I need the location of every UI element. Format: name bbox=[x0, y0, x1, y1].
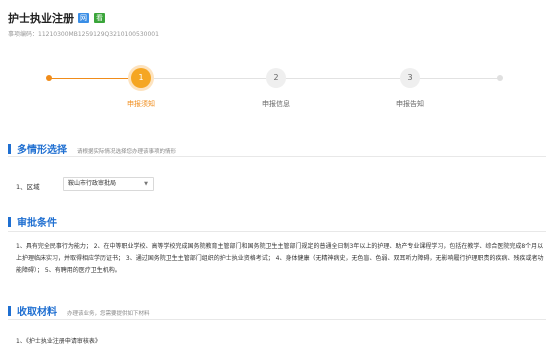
step-3-circle: 3 bbox=[400, 68, 420, 88]
section-divider bbox=[8, 319, 546, 320]
view-badge: 看 bbox=[94, 13, 105, 23]
situation-hint: 请根据实际情况选择您办理该事项的情形 bbox=[77, 149, 177, 155]
region-select-value: 鞍山市行政审批局 bbox=[68, 180, 117, 187]
step-3-label: 申报告知 bbox=[396, 100, 424, 108]
progress-steps: 1 2 3 申报须知 申报信息 申报告知 bbox=[0, 66, 554, 111]
materials-title: 收取材料 bbox=[17, 307, 57, 318]
page-title: 护士执业注册 bbox=[8, 12, 74, 25]
section-marker bbox=[8, 216, 11, 227]
approval-conditions-text: 1、具有完全民事行为能力； 2、在中等职业学校、高等学校完成国务院教育主管部门和… bbox=[16, 243, 544, 274]
chevron-down-icon: ▼ bbox=[144, 181, 148, 187]
material-item: 1、《护士执业注册申请审核表》 bbox=[16, 338, 101, 345]
section-marker bbox=[8, 143, 11, 154]
step-1-label: 申报须知 bbox=[127, 100, 155, 108]
step-2-label: 申报信息 bbox=[262, 100, 290, 108]
item-code: 事项编码：11210300MB1259129Q3210100530001 bbox=[8, 31, 159, 38]
progress-line bbox=[150, 78, 266, 79]
materials-section-header: 收取材料 办理该业务，您需要提供如下材料 bbox=[8, 303, 150, 318]
section-divider bbox=[8, 231, 546, 232]
region-label: 1、区域 bbox=[16, 183, 40, 191]
page-header: 护士执业注册 网 看 bbox=[8, 10, 105, 26]
section-divider bbox=[8, 156, 546, 157]
section-marker bbox=[8, 305, 11, 316]
approval-section-header: 审批条件 bbox=[8, 214, 57, 229]
progress-line bbox=[418, 78, 498, 79]
progress-line bbox=[284, 78, 400, 79]
progress-end-dot bbox=[497, 75, 503, 81]
approval-title: 审批条件 bbox=[17, 218, 57, 229]
region-select[interactable]: 鞍山市行政审批局 ▼ bbox=[63, 177, 154, 191]
materials-hint: 办理该业务，您需要提供如下材料 bbox=[67, 311, 150, 317]
situation-title: 多情形选择 bbox=[17, 145, 67, 156]
step-1-circle: 1 bbox=[131, 68, 151, 88]
online-badge: 网 bbox=[78, 13, 89, 23]
step-2-circle: 2 bbox=[266, 68, 286, 88]
progress-line-active bbox=[50, 78, 132, 79]
situation-section-header: 多情形选择 请根据实际情况选择您办理该事项的情形 bbox=[8, 141, 176, 156]
